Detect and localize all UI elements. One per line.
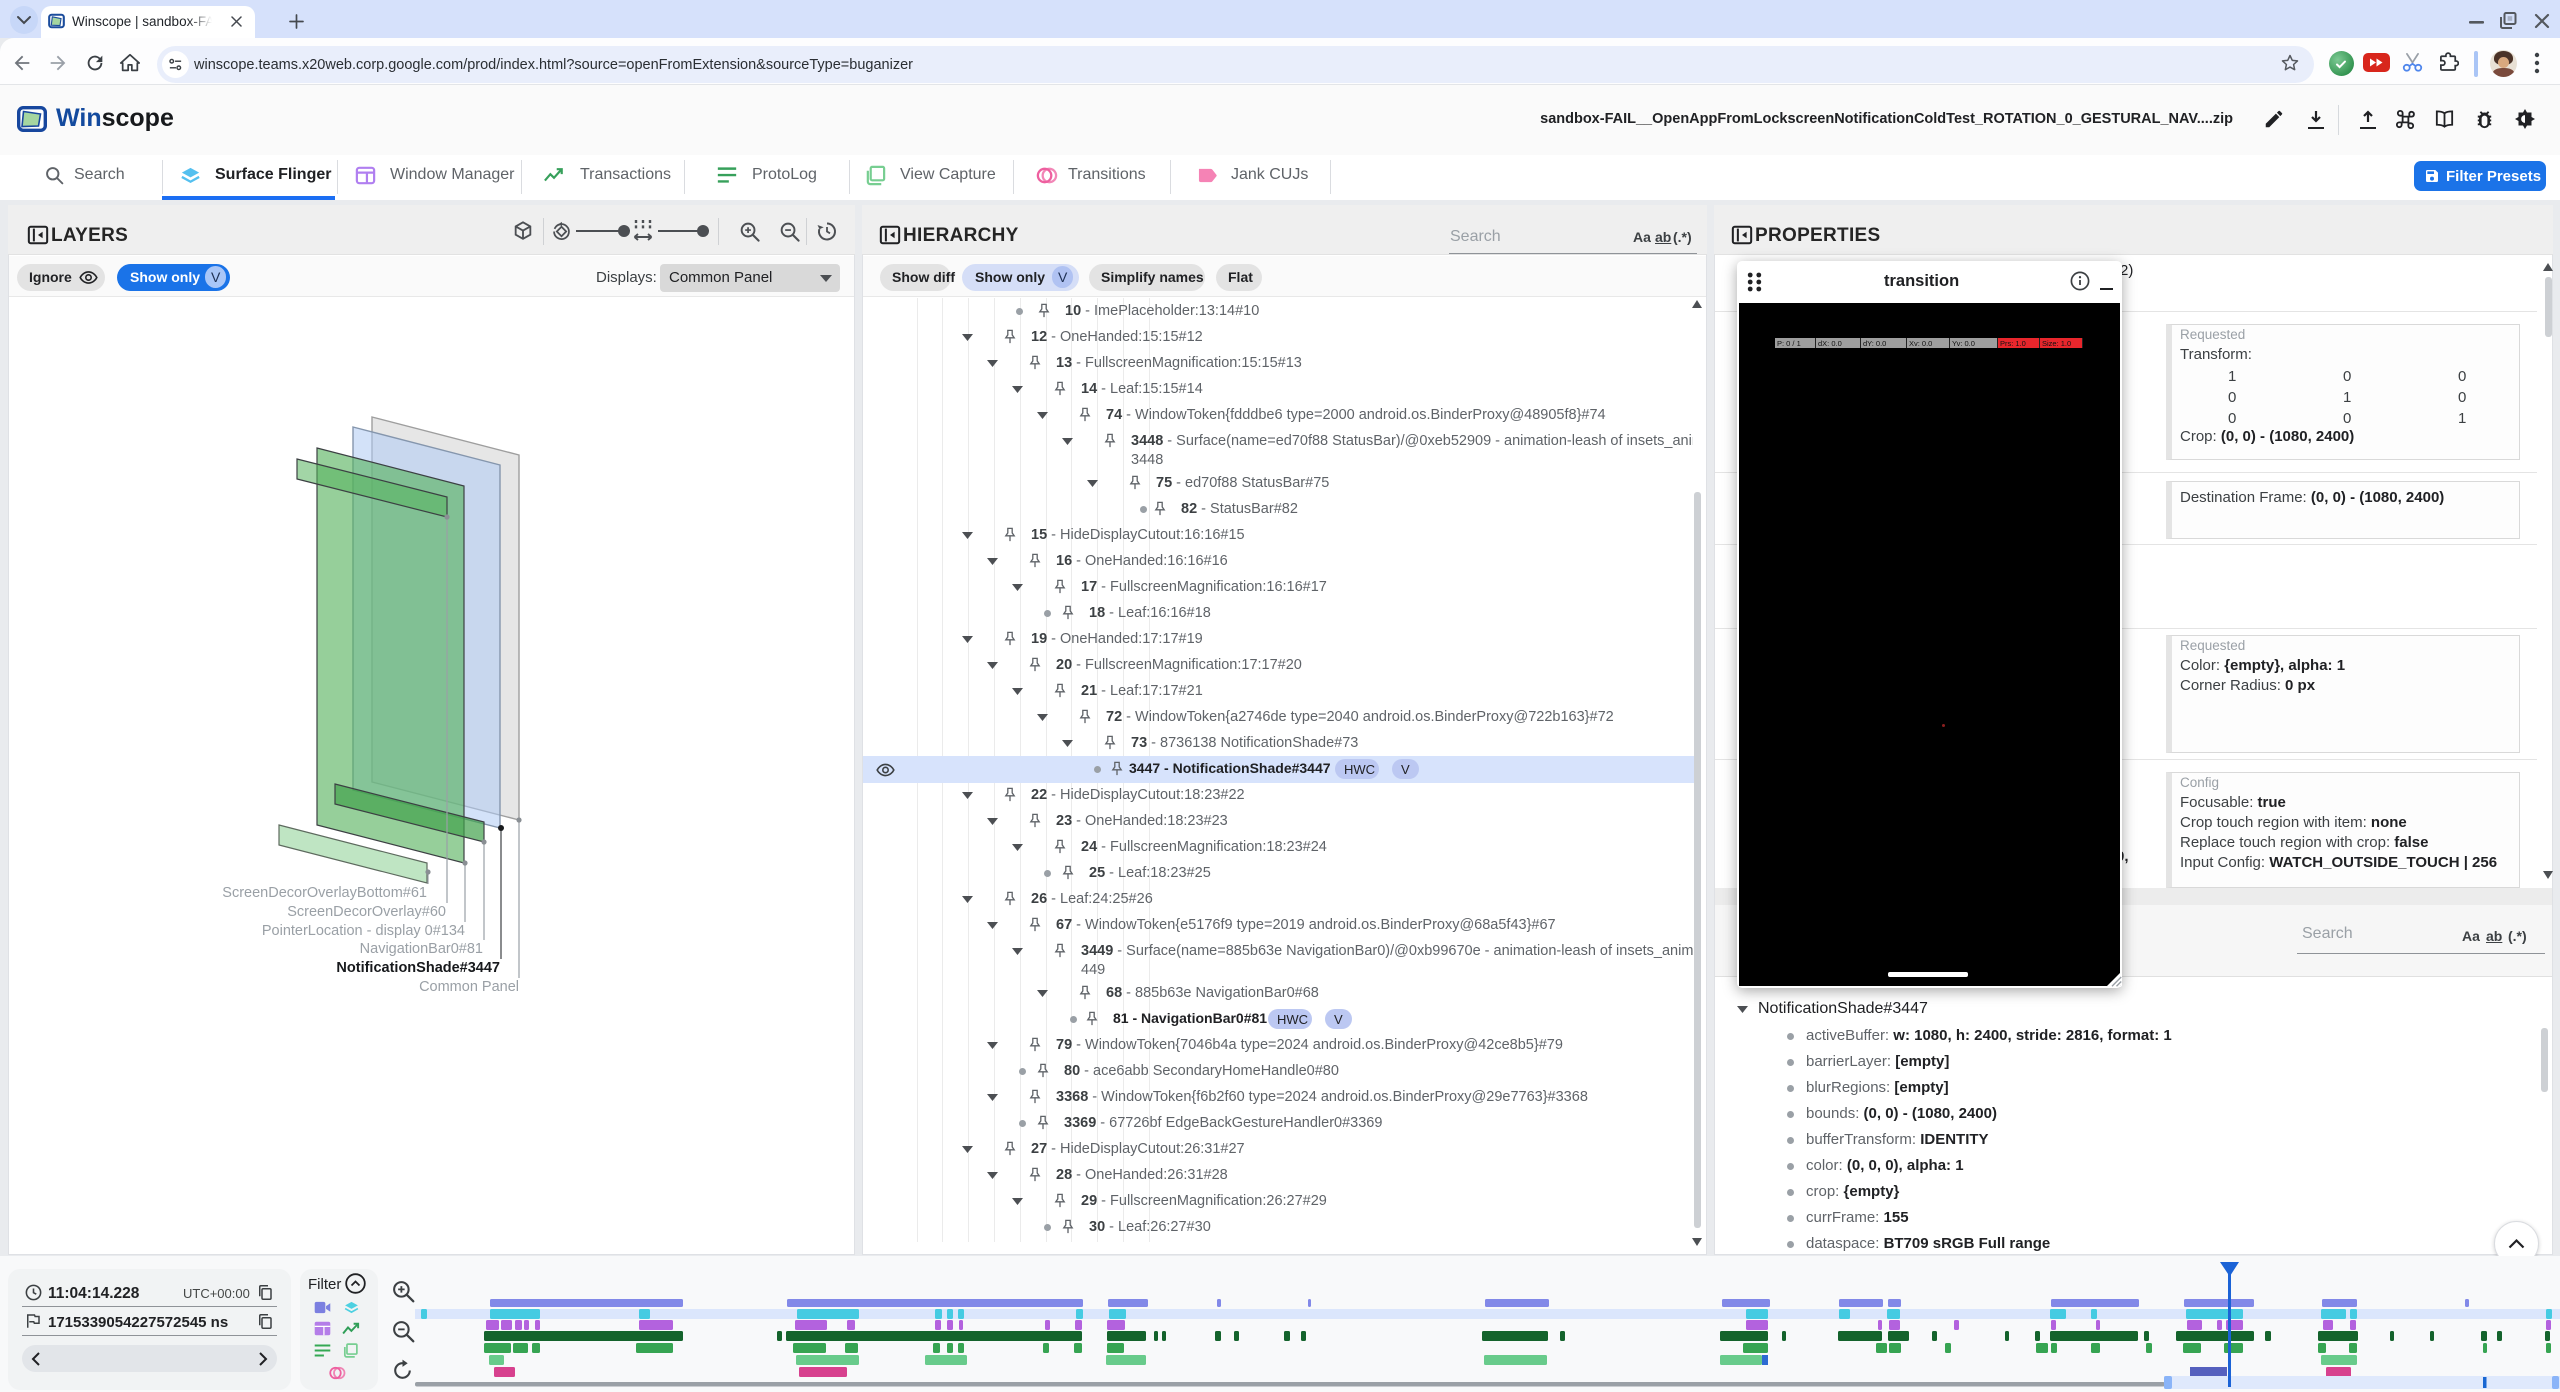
svg-text:ScreenDecorOverlay#60: ScreenDecorOverlay#60	[287, 904, 446, 920]
svg-text:PointerLocation - display 0#13: PointerLocation - display 0#134	[262, 923, 465, 939]
svg-text:NavigationBar0#81: NavigationBar0#81	[360, 941, 483, 957]
svg-text:Common Panel: Common Panel	[419, 979, 519, 995]
svg-text:ScreenDecorOverlayBottom#61: ScreenDecorOverlayBottom#61	[222, 885, 427, 901]
svg-text:NotificationShade#3447: NotificationShade#3447	[336, 960, 500, 976]
